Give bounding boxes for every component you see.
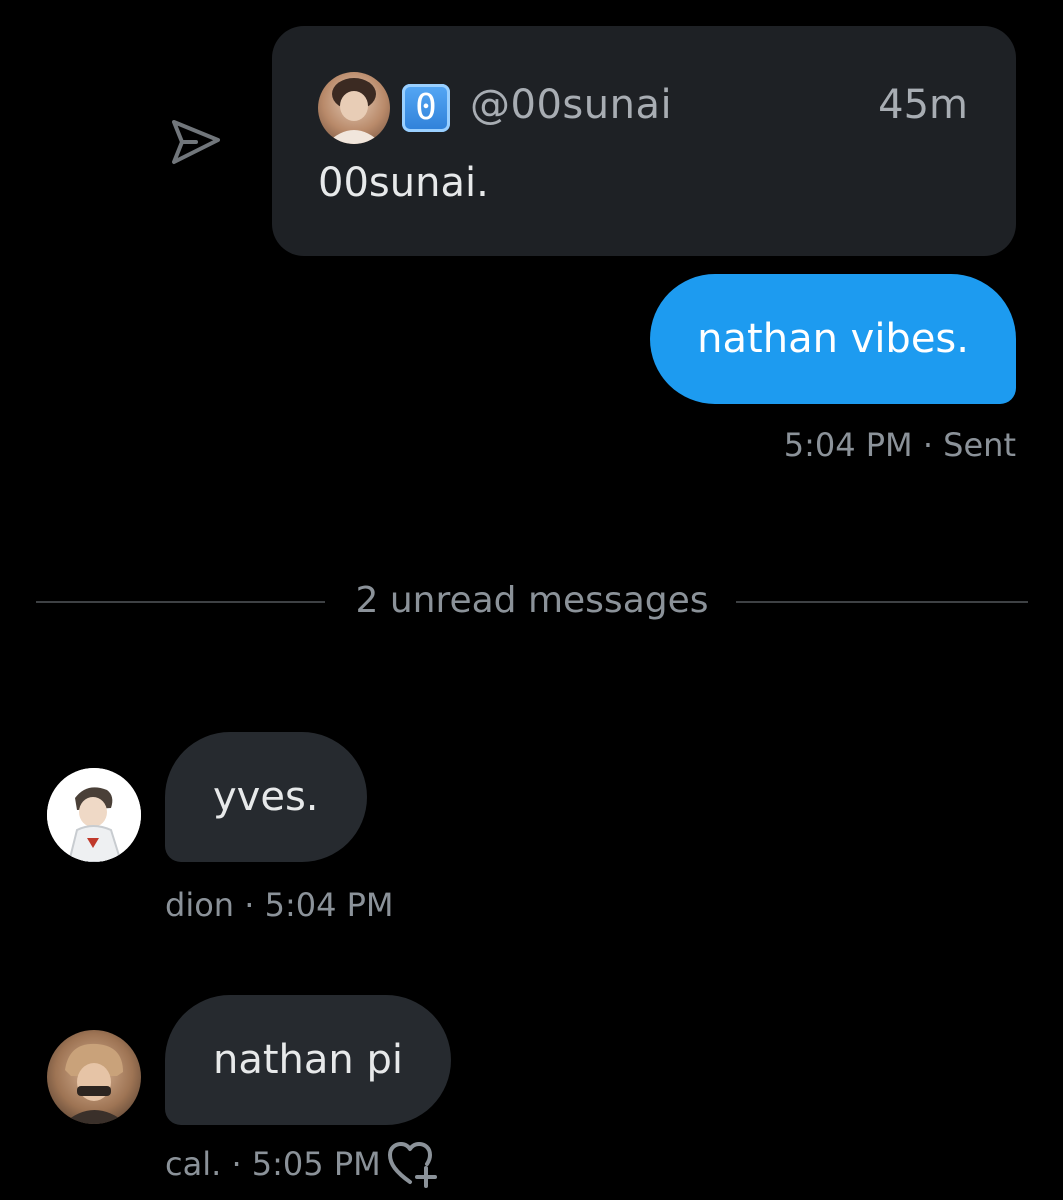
incoming-message-bubble[interactable]: yves.: [165, 732, 367, 862]
keycap-zero-emoji: 0: [402, 84, 450, 132]
dm-conversation: 0 @00sunai 45m 00sunai. nathan vibes. 5:…: [0, 0, 1063, 1200]
outgoing-message-bubble[interactable]: nathan vibes.: [650, 274, 1016, 404]
avatar-dion[interactable]: [47, 768, 141, 862]
incoming-message-bubble[interactable]: nathan pi: [165, 995, 451, 1125]
incoming-message-meta: cal. · 5:05 PM: [165, 1145, 381, 1183]
avatar-cal[interactable]: [47, 1030, 141, 1124]
shared-post-time: 45m: [878, 82, 968, 128]
outgoing-message-meta: 5:04 PM · Sent: [783, 426, 1016, 464]
divider-line-right: [736, 601, 1028, 603]
unread-divider: 2 unread messages: [36, 580, 1028, 630]
shared-post-avatar[interactable]: [318, 72, 390, 144]
add-reaction-icon[interactable]: [386, 1140, 440, 1188]
shared-post-handle[interactable]: @00sunai: [470, 82, 672, 128]
shared-post-card[interactable]: 0 @00sunai 45m 00sunai.: [272, 26, 1016, 256]
share-icon[interactable]: [168, 116, 224, 168]
shared-post-text: 00sunai.: [318, 160, 489, 206]
incoming-message-meta: dion · 5:04 PM: [165, 886, 394, 924]
